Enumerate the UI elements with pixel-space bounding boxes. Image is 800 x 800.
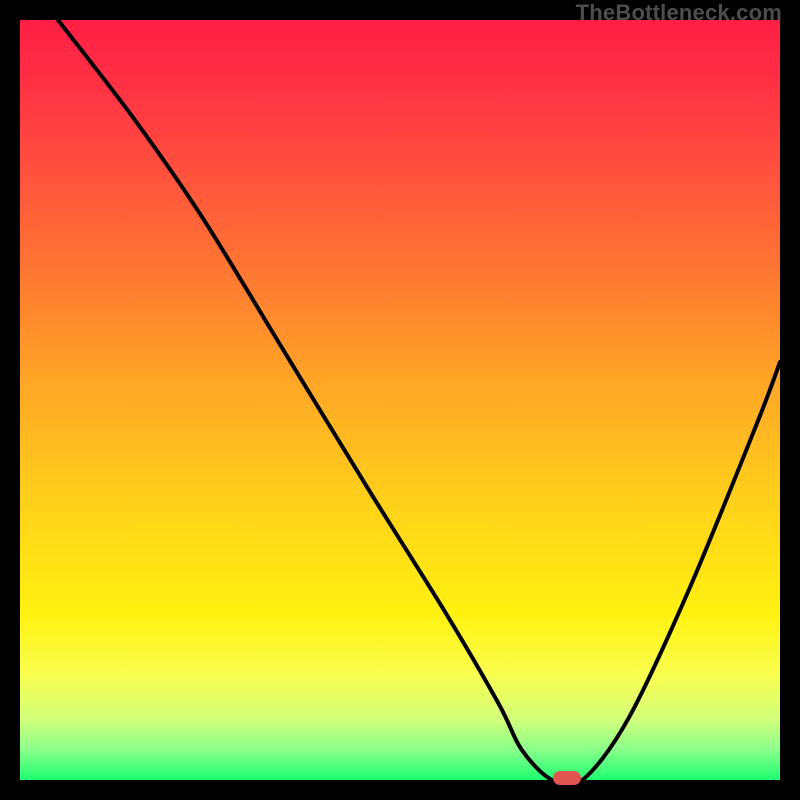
curve-svg xyxy=(20,20,780,780)
plot-area xyxy=(20,20,780,780)
chart-container: TheBottleneck.com xyxy=(0,0,800,800)
optimal-point-marker xyxy=(553,771,581,785)
bottleneck-curve xyxy=(58,20,780,786)
